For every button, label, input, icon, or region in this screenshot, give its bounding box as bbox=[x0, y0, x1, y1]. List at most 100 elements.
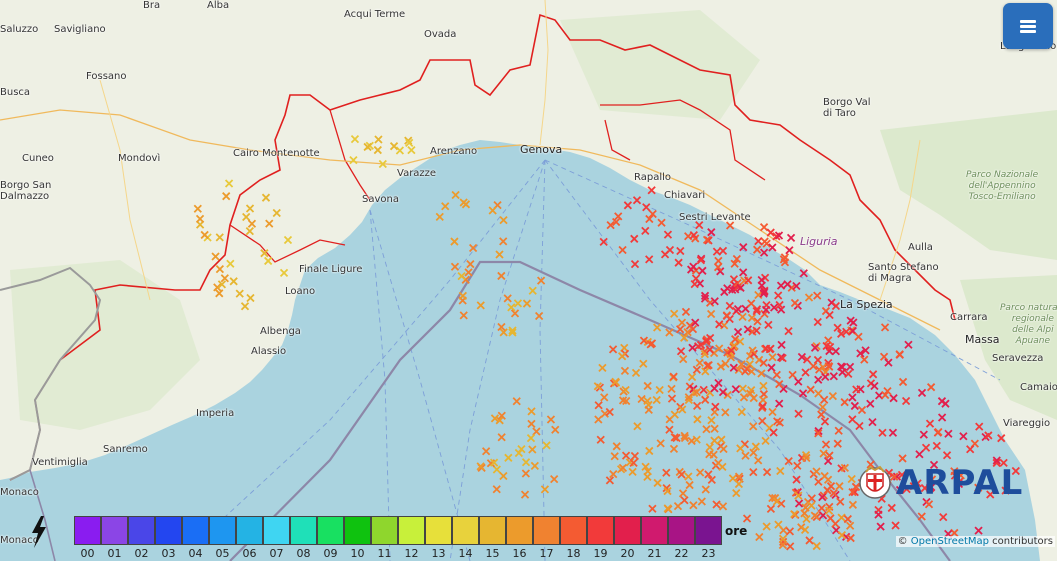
lightning-strike-marker bbox=[966, 445, 975, 454]
legend-color-swatch bbox=[128, 516, 155, 545]
place-label: Sanremo bbox=[103, 444, 148, 455]
place-label: Arenzano bbox=[430, 146, 478, 157]
lightning-strike-marker bbox=[507, 303, 516, 312]
lightning-strike-marker bbox=[846, 316, 855, 325]
lightning-strike-marker bbox=[675, 325, 685, 334]
lightning-strike-marker bbox=[879, 352, 889, 361]
legend-hour-label: 01 bbox=[107, 547, 122, 560]
lightning-strike-marker bbox=[521, 469, 530, 478]
place-label: Savigliano bbox=[54, 24, 106, 35]
lightning-strike-marker bbox=[687, 372, 697, 382]
lightning-strike-marker bbox=[794, 499, 804, 508]
lightning-strike-marker bbox=[891, 521, 900, 530]
lightning-strike-marker bbox=[630, 234, 639, 243]
lightning-strike-marker bbox=[522, 299, 532, 308]
liguria-coat-of-arms-icon bbox=[859, 465, 891, 499]
lightning-strike-marker bbox=[866, 399, 875, 408]
lightning-strike-marker bbox=[833, 439, 842, 448]
place-label: Monaco bbox=[0, 487, 39, 498]
lightning-strike-marker bbox=[718, 246, 728, 255]
place-label: Genova bbox=[520, 143, 563, 156]
lightning-strike-marker bbox=[520, 490, 530, 499]
legend-color-swatch bbox=[614, 516, 641, 545]
legend-hour-label: 03 bbox=[161, 547, 176, 560]
lightning-strike-marker bbox=[495, 250, 504, 259]
lightning-strike-marker bbox=[926, 383, 936, 392]
lightning-strike-marker bbox=[534, 311, 544, 321]
lightning-strike-marker bbox=[738, 312, 747, 322]
lightning-strike-marker bbox=[812, 541, 821, 551]
lightning-strike-marker bbox=[942, 451, 952, 460]
lightning-strike-marker bbox=[546, 415, 556, 424]
place-label: Massa bbox=[965, 333, 1000, 346]
legend-unit-label: ore bbox=[725, 524, 748, 538]
lightning-strike-marker bbox=[876, 522, 885, 531]
menu-button[interactable] bbox=[1003, 3, 1053, 49]
place-label: Chiavari bbox=[664, 190, 706, 201]
attribution-suffix: contributors bbox=[989, 536, 1053, 547]
lightning-strike-marker bbox=[714, 256, 723, 266]
lightning-strike-marker bbox=[639, 359, 648, 368]
lightning-strike-marker bbox=[848, 415, 857, 424]
lightning-strike-marker bbox=[719, 444, 728, 454]
lightning-strike-marker bbox=[504, 453, 513, 462]
legend-hour-item: 06 bbox=[236, 516, 263, 560]
lightning-strike-marker bbox=[847, 474, 856, 484]
lightning-strike-marker bbox=[466, 259, 475, 269]
legend-color-swatch bbox=[263, 516, 290, 545]
legend-color-swatch bbox=[695, 516, 722, 545]
lightning-strike-marker bbox=[530, 461, 539, 471]
lightning-strike-marker bbox=[594, 401, 603, 410]
lightning-strike-marker bbox=[767, 363, 776, 372]
attribution-prefix: © bbox=[897, 536, 911, 547]
legend-color-swatch bbox=[371, 516, 398, 545]
lightning-strike-marker bbox=[825, 451, 834, 460]
place-label: Finale Ligure bbox=[299, 264, 363, 275]
lightning-strike-marker bbox=[917, 512, 926, 521]
lightning-strike-marker bbox=[688, 343, 697, 352]
lightning-strike-marker bbox=[492, 465, 501, 474]
lightning-strike-marker bbox=[499, 471, 508, 481]
place-label: Cuneo bbox=[22, 153, 54, 164]
lightning-strike-marker bbox=[768, 353, 777, 362]
lightning-strike-marker bbox=[887, 503, 896, 513]
lightning-strike-marker bbox=[710, 436, 719, 445]
lightning-strike-marker bbox=[761, 436, 770, 446]
lightning-strike-marker bbox=[880, 323, 890, 332]
lightning-strike-marker bbox=[813, 355, 823, 365]
lightning-strike-marker bbox=[925, 419, 935, 428]
lightning-strike-marker bbox=[685, 480, 694, 490]
place-label: Fossano bbox=[86, 71, 127, 82]
legend-hour-label: 19 bbox=[593, 547, 608, 560]
lightning-strike-marker bbox=[937, 397, 947, 406]
legend-hour-item: 19 bbox=[587, 516, 614, 560]
lightning-strike-marker bbox=[510, 309, 520, 318]
lightning-strike-marker bbox=[660, 250, 670, 259]
lightning-strike-marker bbox=[741, 451, 750, 460]
lightning-strike-marker bbox=[742, 514, 752, 523]
lightning-strike-marker bbox=[733, 327, 743, 337]
legend-hour-label: 17 bbox=[539, 547, 554, 560]
lightning-strike-marker bbox=[755, 532, 764, 542]
lightning-strike-marker bbox=[712, 500, 721, 509]
lightning-strike-marker bbox=[608, 345, 618, 354]
lightning-strike-marker bbox=[786, 542, 795, 551]
legend-color-swatch bbox=[587, 516, 614, 545]
lightning-strike-marker bbox=[825, 310, 834, 320]
lightning-strike-marker bbox=[898, 377, 908, 387]
lightning-strike-marker bbox=[680, 496, 689, 505]
lightning-strike-marker bbox=[701, 395, 710, 404]
openstreetmap-link[interactable]: OpenStreetMap bbox=[911, 536, 989, 547]
lightning-strike-marker bbox=[852, 385, 861, 394]
lightning-strike-marker bbox=[655, 385, 664, 395]
lightning-strike-marker bbox=[739, 268, 748, 277]
lightning-strike-marker bbox=[610, 452, 619, 461]
lightning-strike-marker bbox=[834, 426, 843, 435]
legend-hour-label: 13 bbox=[431, 547, 446, 560]
legend-hour-item: 03 bbox=[155, 516, 182, 560]
lightning-strike-marker bbox=[794, 377, 803, 386]
lightning-strike-marker bbox=[598, 363, 607, 373]
lightning-strike-marker bbox=[512, 397, 521, 406]
lightning-strike-marker bbox=[846, 521, 855, 530]
lightning-strike-marker bbox=[609, 470, 618, 479]
